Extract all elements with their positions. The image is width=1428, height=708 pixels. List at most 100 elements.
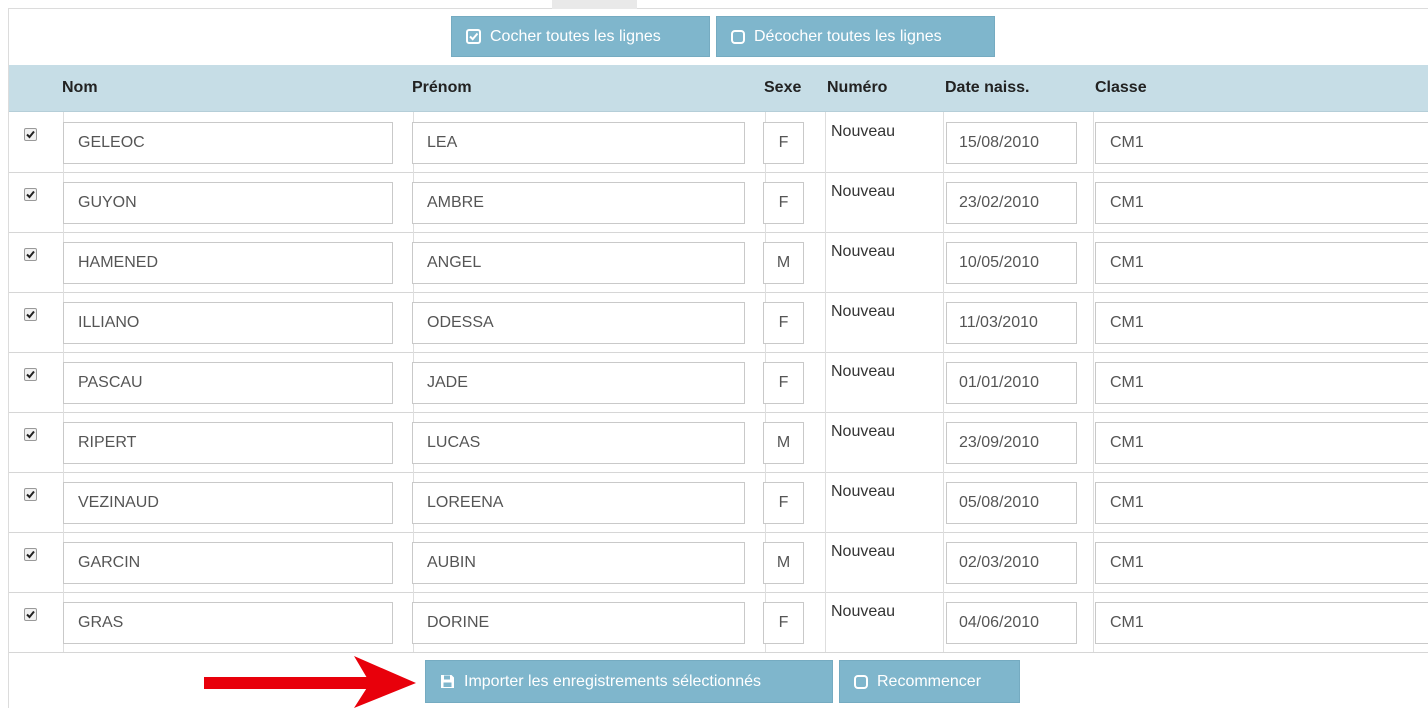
sexe-field[interactable] — [763, 482, 804, 524]
sexe-field[interactable] — [763, 542, 804, 584]
column-header-sexe[interactable]: Sexe — [764, 65, 801, 111]
prenom-field[interactable] — [412, 542, 745, 584]
table-row: Nouveau — [9, 412, 1428, 473]
column-header-classe[interactable]: Classe — [1095, 65, 1147, 111]
row-checkbox[interactable] — [24, 308, 37, 321]
classe-field[interactable] — [1095, 302, 1428, 344]
prenom-field[interactable] — [412, 302, 745, 344]
numero-value: Nouveau — [831, 303, 896, 320]
nom-field[interactable] — [63, 482, 393, 524]
nom-field[interactable] — [63, 302, 393, 344]
numero-value: Nouveau — [831, 123, 896, 140]
classe-field[interactable] — [1095, 122, 1428, 164]
uncheck-all-label: Décocher toutes les lignes — [754, 27, 942, 45]
column-divider — [1093, 592, 1094, 652]
prenom-field[interactable] — [412, 362, 745, 404]
sexe-field[interactable] — [763, 302, 804, 344]
column-divider — [943, 592, 944, 652]
check-all-button[interactable]: Cocher toutes les lignes — [451, 16, 710, 57]
numero-value: Nouveau — [831, 363, 896, 380]
nom-field[interactable] — [63, 182, 393, 224]
column-divider — [825, 292, 826, 352]
numero-value: Nouveau — [831, 243, 896, 260]
prenom-field[interactable] — [412, 422, 745, 464]
row-checkbox[interactable] — [24, 128, 37, 141]
classe-field[interactable] — [1095, 242, 1428, 284]
column-divider — [1093, 232, 1094, 292]
row-checkbox[interactable] — [24, 248, 37, 261]
nom-field[interactable] — [63, 542, 393, 584]
uncheck-all-button[interactable]: Décocher toutes les lignes — [716, 16, 995, 57]
birthdate-field[interactable] — [946, 182, 1077, 224]
numero-value: Nouveau — [831, 423, 896, 440]
column-header-numero[interactable]: Numéro — [827, 65, 887, 111]
classe-field[interactable] — [1095, 482, 1428, 524]
classe-field[interactable] — [1095, 602, 1428, 644]
row-checkbox[interactable] — [24, 368, 37, 381]
table-row: Nouveau — [9, 232, 1428, 293]
birthdate-field[interactable] — [946, 482, 1077, 524]
prenom-field[interactable] — [412, 602, 745, 644]
birthdate-field[interactable] — [946, 542, 1077, 584]
red-arrow-icon — [204, 656, 416, 708]
column-divider — [1093, 532, 1094, 592]
check-all-label: Cocher toutes les lignes — [490, 27, 661, 45]
sexe-field[interactable] — [763, 422, 804, 464]
row-checkbox[interactable] — [24, 548, 37, 561]
square-icon — [854, 674, 868, 689]
column-divider — [1093, 472, 1094, 532]
nom-field[interactable] — [63, 242, 393, 284]
classe-field[interactable] — [1095, 362, 1428, 404]
classe-field[interactable] — [1095, 542, 1428, 584]
prenom-field[interactable] — [412, 482, 745, 524]
column-divider — [943, 472, 944, 532]
column-header-date[interactable]: Date naiss. — [945, 65, 1029, 111]
table-row: Nouveau — [9, 472, 1428, 533]
square-icon — [731, 29, 745, 44]
sexe-field[interactable] — [763, 602, 804, 644]
row-checkbox[interactable] — [24, 428, 37, 441]
import-selected-label: Importer les enregistrements sélectionné… — [464, 672, 762, 690]
birthdate-field[interactable] — [946, 302, 1077, 344]
checkmark-icon — [26, 250, 35, 259]
sexe-field[interactable] — [763, 182, 804, 224]
checkmark-icon — [26, 610, 35, 619]
birthdate-field[interactable] — [946, 122, 1077, 164]
check-square-icon — [466, 29, 481, 44]
birthdate-field[interactable] — [946, 362, 1077, 404]
prenom-field[interactable] — [412, 242, 745, 284]
column-divider — [825, 352, 826, 412]
sexe-field[interactable] — [763, 242, 804, 284]
prenom-field[interactable] — [412, 182, 745, 224]
row-checkbox[interactable] — [24, 488, 37, 501]
nom-field[interactable] — [63, 362, 393, 404]
checkmark-icon — [26, 130, 35, 139]
birthdate-field[interactable] — [946, 242, 1077, 284]
column-divider — [943, 532, 944, 592]
restart-button[interactable]: Recommencer — [839, 660, 1020, 703]
tab-notch — [552, 0, 637, 9]
numero-value: Nouveau — [831, 483, 896, 500]
row-checkbox[interactable] — [24, 188, 37, 201]
birthdate-field[interactable] — [946, 422, 1077, 464]
classe-field[interactable] — [1095, 182, 1428, 224]
table-row: Nouveau — [9, 592, 1428, 653]
column-divider — [1093, 112, 1094, 172]
classe-field[interactable] — [1095, 422, 1428, 464]
row-checkbox[interactable] — [24, 608, 37, 621]
import-selected-button[interactable]: Importer les enregistrements sélectionné… — [425, 660, 833, 703]
checkmark-icon — [26, 370, 35, 379]
prenom-field[interactable] — [412, 122, 745, 164]
nom-field[interactable] — [63, 602, 393, 644]
sexe-field[interactable] — [763, 362, 804, 404]
restart-label: Recommencer — [877, 672, 982, 690]
birthdate-field[interactable] — [946, 602, 1077, 644]
table-row: Nouveau — [9, 532, 1428, 593]
column-header-nom[interactable]: Nom — [62, 65, 98, 111]
sexe-field[interactable] — [763, 122, 804, 164]
column-header-prenom[interactable]: Prénom — [412, 65, 472, 111]
table-row: Nouveau — [9, 292, 1428, 353]
nom-field[interactable] — [63, 422, 393, 464]
numero-value: Nouveau — [831, 603, 896, 620]
nom-field[interactable] — [63, 122, 393, 164]
